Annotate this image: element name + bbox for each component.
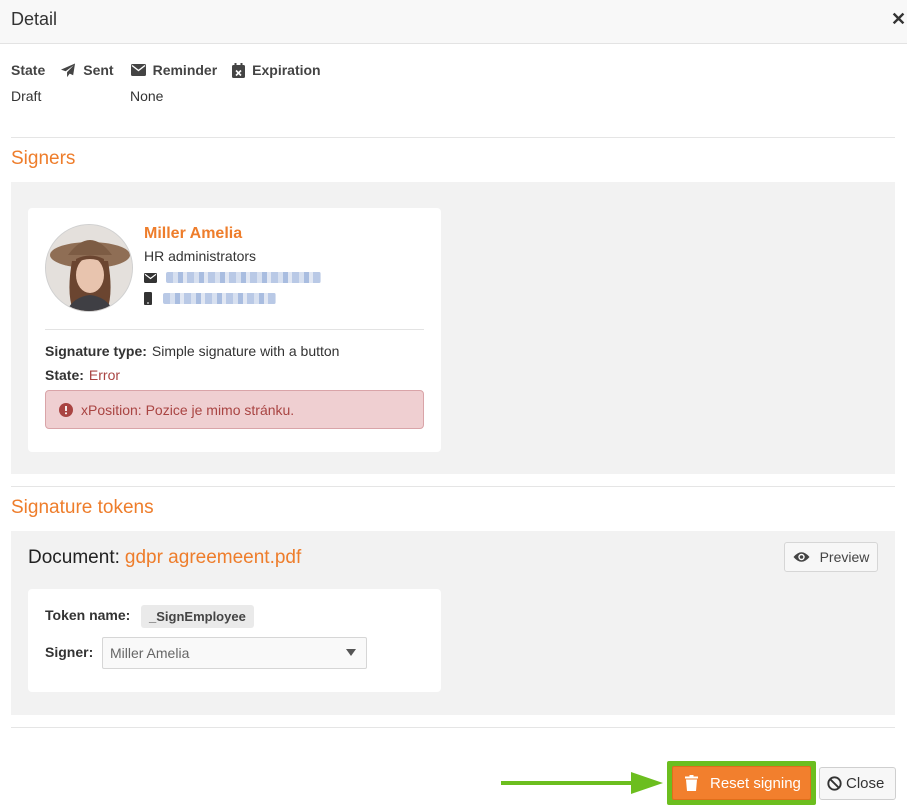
reset-highlight: Reset signing bbox=[667, 761, 816, 805]
divider bbox=[45, 329, 424, 330]
redacted-email bbox=[166, 272, 321, 283]
signers-heading: Signers bbox=[11, 148, 76, 169]
signer-email bbox=[144, 272, 321, 283]
sent-heading: Sent bbox=[60, 62, 114, 78]
divider bbox=[11, 486, 895, 487]
token-name-label: Token name: bbox=[45, 607, 131, 623]
signature-type-row: Signature type: Simple signature with a b… bbox=[45, 343, 340, 359]
trash-icon bbox=[685, 775, 698, 791]
eye-icon bbox=[793, 552, 810, 562]
state-value: Draft bbox=[11, 88, 42, 104]
reset-signing-button[interactable]: Reset signing bbox=[672, 766, 811, 800]
paper-plane-icon bbox=[61, 62, 76, 77]
tokens-panel: Document: gdpr agreemeent.pdf Preview Tok… bbox=[11, 531, 895, 715]
exclamation-circle-icon bbox=[59, 402, 73, 417]
signer-role: HR administrators bbox=[144, 248, 257, 264]
reminder-value: None bbox=[130, 88, 164, 104]
modal-title: Detail bbox=[11, 9, 58, 29]
token-card: Token name: _SignEmployee Signer: Miller… bbox=[28, 589, 441, 692]
signer-phone bbox=[144, 292, 276, 305]
modal-header: Detail ✕ bbox=[0, 0, 907, 44]
signer-card: Miller Amelia HR administrators Signatur… bbox=[28, 208, 441, 452]
state-heading: State bbox=[11, 62, 46, 78]
signature-tokens-heading: Signature tokens bbox=[11, 497, 154, 518]
error-alert: xPosition: Pozice je mimo stránku. bbox=[45, 390, 424, 429]
signer-select-label: Signer: bbox=[45, 644, 94, 660]
close-icon[interactable]: ✕ bbox=[891, 9, 906, 30]
divider bbox=[11, 727, 895, 728]
avatar bbox=[45, 224, 133, 312]
document-line: Document: gdpr agreemeent.pdf bbox=[28, 547, 302, 568]
arrow-right-icon bbox=[501, 772, 663, 794]
preview-button[interactable]: Preview bbox=[784, 542, 878, 572]
reminder-heading: Reminder bbox=[130, 62, 217, 78]
document-name: gdpr agreemeent.pdf bbox=[124, 547, 302, 568]
signer-state-row: State: Error bbox=[45, 367, 121, 383]
ban-icon bbox=[827, 776, 842, 791]
divider bbox=[11, 137, 895, 138]
envelope-icon bbox=[144, 272, 157, 283]
signer-select[interactable]: Miller Amelia bbox=[102, 637, 367, 669]
expiration-heading: Expiration bbox=[232, 62, 321, 78]
caret-down-icon bbox=[346, 649, 356, 656]
token-name-badge: _SignEmployee bbox=[141, 605, 254, 628]
calendar-x-icon bbox=[232, 62, 246, 78]
close-button[interactable]: Close bbox=[819, 767, 896, 800]
redacted-phone bbox=[163, 293, 276, 304]
error-message: xPosition: Pozice je mimo stránku. bbox=[81, 401, 295, 418]
signers-panel: Miller Amelia HR administrators Signatur… bbox=[11, 182, 895, 474]
mobile-phone-icon bbox=[144, 292, 152, 305]
signer-name: Miller Amelia bbox=[144, 225, 243, 242]
status-error: Error bbox=[88, 367, 121, 383]
envelope-icon bbox=[130, 64, 146, 76]
